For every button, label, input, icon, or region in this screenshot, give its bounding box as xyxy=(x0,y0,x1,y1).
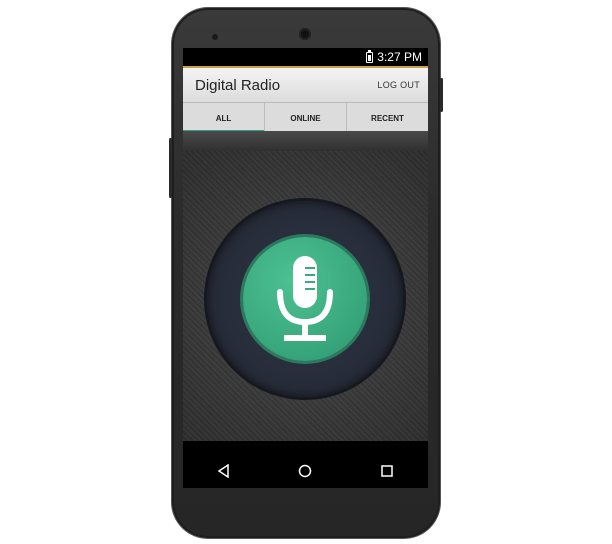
tab-online[interactable]: ONLINE xyxy=(265,103,347,133)
main-content xyxy=(183,131,428,441)
tab-label: ALL xyxy=(215,113,232,123)
nav-home-button[interactable] xyxy=(291,457,319,485)
nav-back-button[interactable] xyxy=(210,457,238,485)
volume-button xyxy=(169,138,172,198)
mic-button-ring xyxy=(207,201,403,397)
front-camera xyxy=(299,28,311,40)
tab-all[interactable]: ALL xyxy=(183,103,265,133)
recents-square-icon xyxy=(381,465,393,477)
status-time: 3:27 PM xyxy=(377,50,422,64)
back-triangle-icon xyxy=(217,464,229,478)
phone-frame: 3:27 PM Digital Radio LOG OUT ALL ONLINE… xyxy=(169,8,443,538)
nav-recents-button[interactable] xyxy=(373,457,401,485)
logout-button[interactable]: LOG OUT xyxy=(377,80,420,90)
tab-recent[interactable]: RECENT xyxy=(347,103,428,133)
microphone-icon xyxy=(277,256,333,341)
screen: 3:27 PM Digital Radio LOG OUT ALL ONLINE… xyxy=(183,48,428,488)
action-bar: Digital Radio LOG OUT xyxy=(183,66,428,102)
mic-button[interactable] xyxy=(243,237,367,361)
status-bar: 3:27 PM xyxy=(183,48,428,66)
tab-label: ONLINE xyxy=(290,113,321,123)
battery-charging-icon xyxy=(366,49,374,63)
tab-bar: ALL ONLINE RECENT xyxy=(183,102,428,133)
tab-label: RECENT xyxy=(371,113,404,123)
sensor-dot xyxy=(212,34,218,40)
navigation-bar xyxy=(183,454,428,488)
app-title: Digital Radio xyxy=(195,76,281,94)
power-button xyxy=(440,78,443,112)
header-strip xyxy=(183,131,428,151)
home-circle-icon xyxy=(299,464,312,478)
